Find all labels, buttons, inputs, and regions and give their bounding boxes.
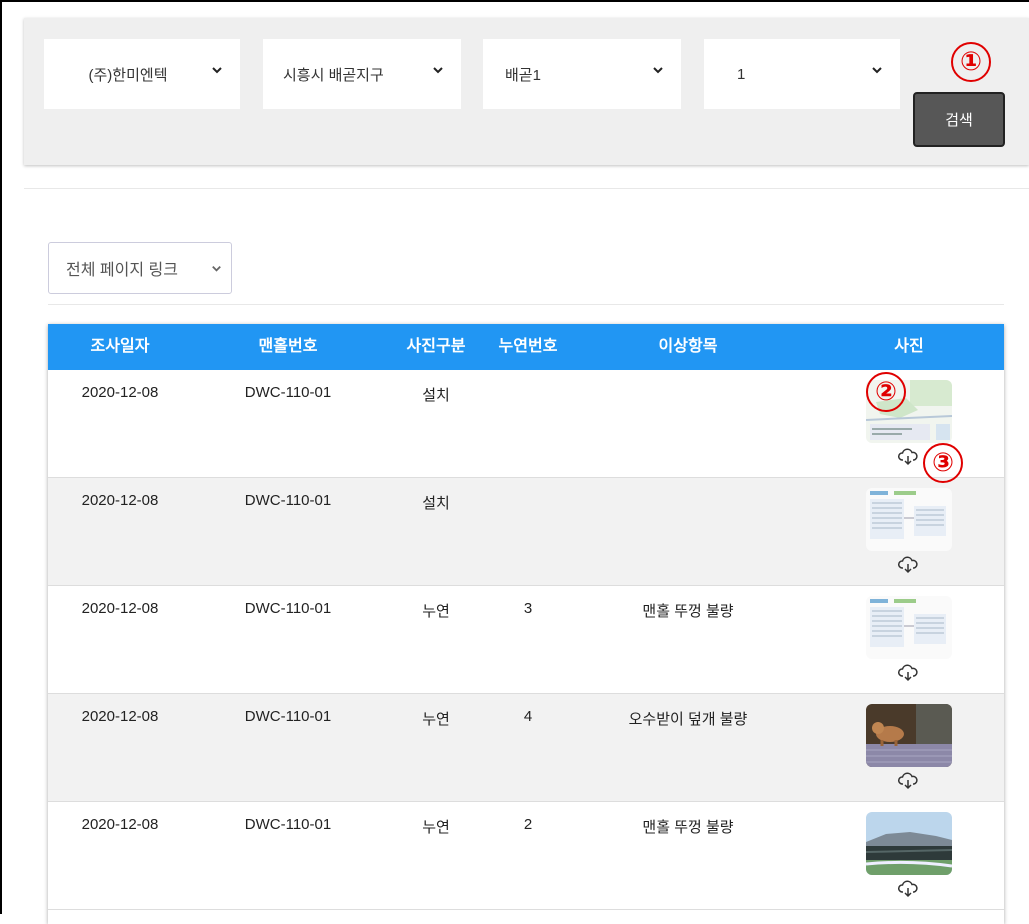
table-row: 2020-12-08 DWC-110-01 설치 (48, 370, 1004, 478)
cell-date: 2020-12-08 (81, 492, 159, 509)
cloud-download-icon[interactable] (898, 556, 918, 574)
header-date: 조사일자 (90, 338, 150, 355)
landscape-photo-thumbnail[interactable] (866, 812, 952, 875)
chevron-down-icon (212, 265, 221, 272)
chevron-down-icon (433, 67, 443, 74)
filter-bar: (주)한미엔텍 시흥시 배곧지구 배곧1 1 검색 (24, 18, 1029, 165)
cell-photo-type: 누연 (422, 603, 450, 620)
chevron-down-icon (872, 67, 882, 74)
cell-leak-no: 2 (523, 816, 533, 833)
cell-date: 2020-12-08 (81, 384, 159, 401)
header-manhole: 맨홀번호 (258, 338, 318, 355)
company-select[interactable]: (주)한미엔텍 (44, 39, 240, 109)
cell-leak-no: 3 (523, 600, 533, 617)
search-button[interactable]: 검색 (913, 92, 1005, 147)
header-leak-no: 누연번호 (498, 338, 558, 355)
cell-date: 2020-12-08 (81, 708, 159, 725)
cell-issue: 오수받이 덮개 불량 (628, 711, 748, 728)
district-select-value: 시흥시 배곧지구 (283, 66, 384, 84)
page-link-select[interactable]: 전체 페이지 링크 (48, 242, 232, 294)
cell-date: 2020-12-08 (81, 816, 159, 833)
cell-manhole: DWC-110-01 (244, 708, 332, 725)
header-photo: 사진 (894, 338, 924, 355)
cell-manhole: DWC-110-01 (244, 492, 332, 509)
cell-photo-type: 누연 (422, 819, 450, 836)
header-photo-type: 사진구분 (406, 338, 466, 355)
document-photo-thumbnail[interactable] (866, 596, 952, 659)
cloud-download-icon[interactable] (898, 880, 918, 898)
area-select-value: 배곧1 (505, 66, 541, 84)
table-row: 2020-12-08 DWC-110-01 누연 2 맨홀 뚜껑 불량 (48, 802, 1004, 910)
cell-photo-type: 설치 (422, 387, 450, 404)
cell-photo-type: 누연 (422, 711, 450, 728)
callout-marker-2: ② (866, 372, 906, 412)
company-select-value: (주)한미엔텍 (88, 66, 168, 84)
cell-date: 2020-12-08 (81, 600, 159, 617)
callout-marker-3: ③ (923, 443, 963, 483)
cloud-download-icon[interactable] (898, 448, 918, 466)
cell-issue: 맨홀 뚜껑 불량 (642, 603, 734, 620)
header-issue: 이상항목 (658, 338, 718, 355)
table-row: 2020-12-08 DWC-110-01 누연 3 맨홀 뚜껑 불량 (48, 586, 1004, 694)
page-link-label: 전체 페이지 링크 (66, 262, 178, 279)
chevron-down-icon (653, 67, 663, 74)
table-header: 조사일자 맨홀번호 사진구분 누연번호 이상항목 사진 (48, 324, 1004, 370)
number-select[interactable]: 1 (704, 39, 900, 109)
area-select[interactable]: 배곧1 (483, 39, 681, 109)
divider (24, 188, 1029, 189)
table-row: 2020-12-08 DWC-110-01 설치 (48, 478, 1004, 586)
table-row: 2020-12-08 DWC-110-01 누연 4 오수받이 덮개 불량 (48, 694, 1004, 802)
cell-leak-no: 4 (523, 708, 533, 725)
cell-manhole: DWC-110-01 (244, 600, 332, 617)
number-select-value: 1 (737, 65, 746, 83)
chevron-down-icon (212, 67, 222, 74)
cloud-download-icon[interactable] (898, 664, 918, 682)
dog-photo-thumbnail[interactable] (866, 704, 952, 767)
cell-manhole: DWC-110-01 (244, 384, 332, 401)
document-photo-thumbnail[interactable] (866, 488, 952, 551)
cell-issue: 맨홀 뚜껑 불량 (642, 819, 734, 836)
divider (48, 304, 1004, 305)
district-select[interactable]: 시흥시 배곧지구 (263, 39, 461, 109)
cell-manhole: DWC-110-01 (244, 816, 332, 833)
callout-marker-1: ① (951, 42, 991, 82)
cell-photo-type: 설치 (422, 495, 450, 512)
cloud-download-icon[interactable] (898, 772, 918, 790)
survey-table: 조사일자 맨홀번호 사진구분 누연번호 이상항목 사진 2020-12-08 D… (48, 324, 1004, 924)
